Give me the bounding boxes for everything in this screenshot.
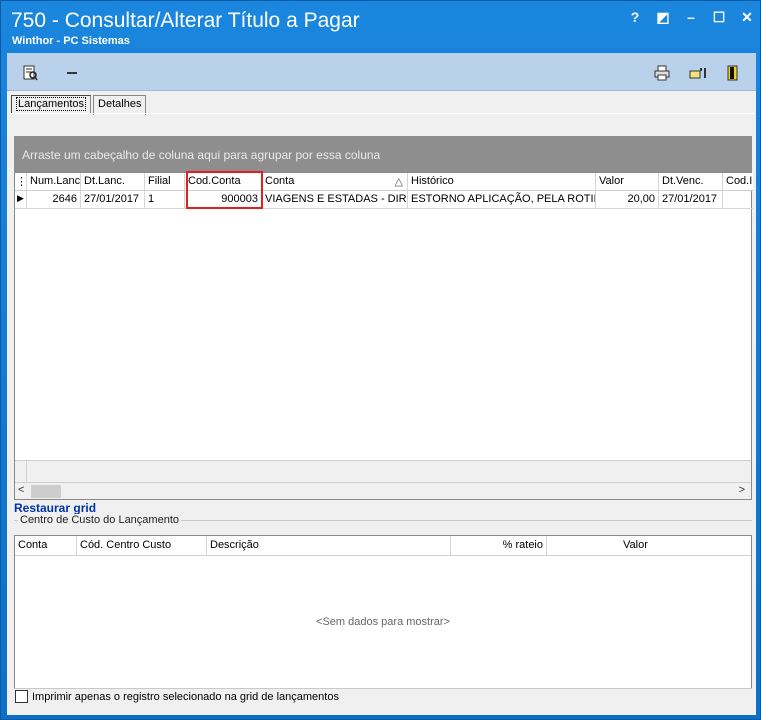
cell-conta[interactable]: VIAGENS E ESTADAS - DIRETO xyxy=(262,191,408,209)
empty-state-text: <Sem dados para mostrar> xyxy=(316,616,450,628)
highlight-box xyxy=(186,171,263,209)
tab-detalhes[interactable]: Detalhes xyxy=(93,95,147,115)
scroll-left-icon[interactable]: < xyxy=(18,484,24,496)
scroll-thumb[interactable] xyxy=(31,485,61,498)
group-by-panel[interactable]: Arraste um cabeçalho de coluna aqui para… xyxy=(14,136,752,172)
divider xyxy=(14,688,752,689)
tab-panel-lancamentos: Arraste um cabeçalho de coluna aqui para… xyxy=(11,113,754,713)
exit-door-icon[interactable] xyxy=(724,64,742,82)
help-button[interactable]: ? xyxy=(628,9,642,25)
column-num-lanc[interactable]: Num.Lanc. xyxy=(27,173,81,191)
tab-lancamentos[interactable]: Lançamentos xyxy=(11,95,92,113)
maximize-button[interactable]: ☐ xyxy=(712,9,726,25)
column-conta[interactable]: Conta △ xyxy=(262,173,408,191)
cc-column-descricao[interactable]: Descrição xyxy=(207,536,451,556)
hand-pointer-icon[interactable] xyxy=(689,64,707,82)
tab-label: Detalhes xyxy=(98,98,142,110)
cc-column-conta[interactable]: Conta xyxy=(15,536,77,556)
window-subtitle: Winthor - PC Sistemas xyxy=(12,35,130,47)
minus-icon[interactable] xyxy=(63,64,81,82)
cell-valor[interactable]: 20,00 xyxy=(596,191,659,209)
cell-dt-venc[interactable]: 27/01/2017 xyxy=(659,191,723,209)
cc-column-valor[interactable]: Valor xyxy=(547,536,751,556)
lancamentos-grid: ⋮ Num.Lanc. Dt.Lanc. Filial Cod.Conta Co… xyxy=(14,171,753,500)
column-cod-i[interactable]: Cod.I xyxy=(723,173,753,191)
column-valor[interactable]: Valor xyxy=(596,173,659,191)
minimize-button[interactable]: – xyxy=(684,9,698,25)
scroll-right-icon[interactable]: > xyxy=(739,484,745,496)
close-button[interactable]: ✕ xyxy=(740,9,754,25)
print-selected-checkbox[interactable] xyxy=(15,690,28,703)
cell-cod-i[interactable] xyxy=(723,191,753,209)
cc-column-cod-centro-custo[interactable]: Cód. Centro Custo xyxy=(77,536,207,556)
cost-center-legend: Centro de Custo do Lançamento xyxy=(18,514,181,526)
horizontal-scrollbar[interactable]: < > xyxy=(15,482,751,499)
cell-num-lanc[interactable]: 2646 xyxy=(27,191,81,209)
cost-center-group: Centro de Custo do Lançamento Conta Cód.… xyxy=(14,514,752,689)
restore-icon[interactable]: ◩ xyxy=(656,9,670,25)
print-selected-label[interactable]: Imprimir apenas o registro selecionado n… xyxy=(32,691,339,703)
restore-grid-link[interactable]: Restaurar grid xyxy=(14,501,96,515)
cell-historico[interactable]: ESTORNO APLICAÇÃO, PELA ROTINA xyxy=(408,191,596,209)
table-row[interactable]: ▶ 2646 27/01/2017 1 900003 VIAGENS E EST… xyxy=(15,191,753,209)
column-historico[interactable]: Histórico xyxy=(408,173,596,191)
cost-center-grid: Conta Cód. Centro Custo Descrição % rate… xyxy=(14,535,752,689)
cell-dt-lanc[interactable]: 27/01/2017 xyxy=(81,191,145,209)
cost-center-header: Conta Cód. Centro Custo Descrição % rate… xyxy=(15,536,751,556)
print-option[interactable]: Imprimir apenas o registro selecionado n… xyxy=(15,690,339,703)
client-area: Lançamentos Detalhes Arraste um cabeçalh… xyxy=(7,53,756,715)
app-window: 750 - Consultar/Alterar Título a Pagar W… xyxy=(0,0,761,720)
column-conta-label: Conta xyxy=(265,175,295,187)
grid-footer xyxy=(15,460,751,483)
document-search-icon[interactable] xyxy=(21,64,39,82)
window-title: 750 - Consultar/Alterar Título a Pagar xyxy=(11,9,360,32)
toolbar xyxy=(7,53,756,91)
column-dt-venc[interactable]: Dt.Venc. xyxy=(659,173,723,191)
printer-icon[interactable] xyxy=(653,64,671,82)
column-dt-lanc[interactable]: Dt.Lanc. xyxy=(81,173,145,191)
grid-header: ⋮ Num.Lanc. Dt.Lanc. Filial Cod.Conta Co… xyxy=(15,173,753,191)
row-indicator-icon: ▶ xyxy=(15,191,27,209)
tab-strip: Lançamentos Detalhes xyxy=(11,95,148,115)
window-controls: ? ◩ – ☐ ✕ xyxy=(628,9,754,26)
title-bar[interactable]: 750 - Consultar/Alterar Título a Pagar W… xyxy=(1,1,761,53)
footer-indicator-cell xyxy=(15,461,27,483)
tab-label: Lançamentos xyxy=(16,97,87,111)
sort-asc-icon: △ xyxy=(394,176,403,188)
column-filial[interactable]: Filial xyxy=(145,173,185,191)
cc-column-rateio[interactable]: % rateio xyxy=(451,536,547,556)
column-chooser-icon[interactable]: ⋮ xyxy=(15,173,27,191)
cell-filial[interactable]: 1 xyxy=(145,191,185,209)
